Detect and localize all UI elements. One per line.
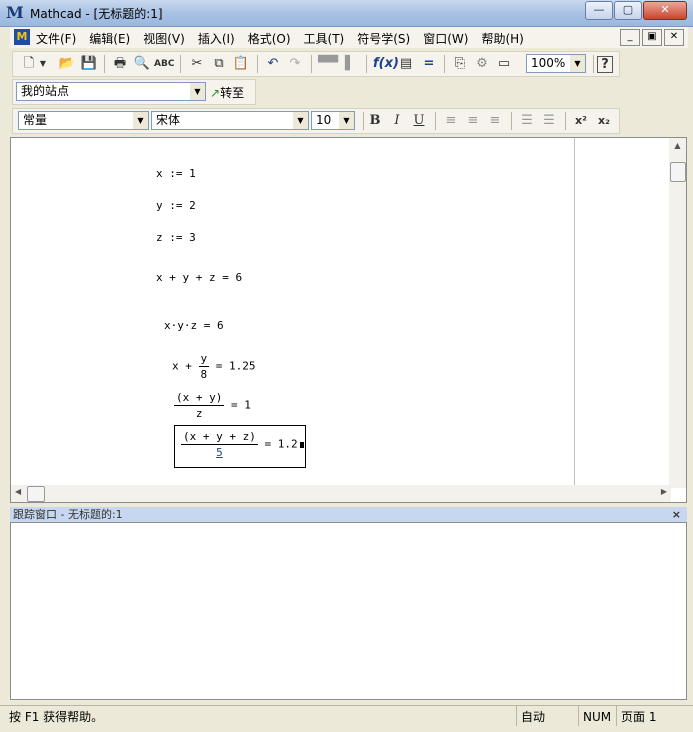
- menu-bar: M 文件(F) 编辑(E) 视图(V) 插入(I) 格式(O) 工具(T) 符号…: [10, 27, 688, 48]
- sum-evaluation[interactable]: x + y + z = 6: [156, 271, 242, 284]
- bold-icon[interactable]: B: [365, 112, 385, 130]
- new-dropdown-chevron-icon[interactable]: ▼: [37, 55, 49, 73]
- formatting-toolbar: 常量 ▼ 宋体 ▼ 10 ▼ B I U ≡ ≡ ≡ ☰ ☰ x² x₂: [12, 108, 620, 134]
- bullet-list-icon[interactable]: ☰: [517, 112, 537, 130]
- vertical-scrollbar[interactable]: ▲: [669, 138, 686, 488]
- goto-arrow-icon: ↗: [210, 86, 221, 100]
- font-chevron-down-icon[interactable]: ▼: [293, 112, 308, 129]
- scroll-left-icon[interactable]: ◀: [15, 487, 21, 496]
- resource-center-icon[interactable]: ⚙: [472, 55, 492, 73]
- size-chevron-down-icon[interactable]: ▼: [339, 112, 354, 129]
- align-across-icon[interactable]: ▀▀: [318, 55, 338, 73]
- align-down-icon[interactable]: ▌: [340, 55, 360, 73]
- help-icon[interactable]: ?: [597, 56, 613, 73]
- spell-check-icon[interactable]: ABC: [154, 55, 174, 73]
- subscript-icon[interactable]: x₂: [594, 112, 614, 130]
- menu-format[interactable]: 格式(O): [248, 30, 291, 47]
- goto-button[interactable]: ↗转至: [210, 84, 244, 101]
- product-evaluation[interactable]: x·y·z = 6: [164, 319, 224, 332]
- horizontal-scrollbar[interactable]: ◀ ▶: [11, 485, 671, 502]
- assign-z[interactable]: z := 3: [156, 231, 196, 244]
- trace-window-body[interactable]: [10, 522, 687, 700]
- standard-toolbar: 🗋 ▼ 📂 💾 🖶 🔍 ABC ✂ ⧉ 📋 ↶ ↷ ▀▀ ▌ f(x) ▤ = …: [12, 51, 620, 77]
- insertion-cursor: [299, 441, 304, 448]
- scroll-right-icon[interactable]: ▶: [661, 487, 667, 496]
- copy-icon[interactable]: ⧉: [209, 55, 229, 73]
- zoom-chevron-down-icon[interactable]: ▼: [570, 55, 585, 72]
- mathcad-app-icon: M: [6, 3, 24, 22]
- insert-unit-icon[interactable]: ▤: [396, 55, 416, 73]
- menu-insert[interactable]: 插入(I): [198, 30, 235, 47]
- style-select[interactable]: 常量 ▼: [18, 111, 149, 130]
- doc-close-button[interactable]: ✕: [664, 29, 684, 46]
- document-icon[interactable]: M: [14, 29, 30, 45]
- calculate-icon[interactable]: =: [419, 55, 439, 73]
- website-chevron-down-icon[interactable]: ▼: [190, 83, 205, 100]
- vertical-scroll-thumb[interactable]: [670, 162, 686, 182]
- menu-help[interactable]: 帮助(H): [481, 30, 523, 47]
- doc-minimize-button[interactable]: _: [620, 29, 640, 46]
- italic-icon[interactable]: I: [387, 112, 407, 130]
- menu-edit[interactable]: 编辑(E): [89, 30, 130, 47]
- title-bar: M Mathcad - [无标题的:1] — ▢ ✕: [0, 0, 693, 27]
- superscript-icon[interactable]: x²: [571, 112, 591, 130]
- menu-view[interactable]: 视图(V): [143, 30, 185, 47]
- assign-y[interactable]: y := 2: [156, 199, 196, 212]
- align-center-icon[interactable]: ≡: [463, 112, 483, 130]
- menu-symbolics[interactable]: 符号学(S): [357, 30, 410, 47]
- font-select[interactable]: 宋体 ▼: [151, 111, 309, 130]
- insert-function-icon[interactable]: f(x): [373, 55, 399, 73]
- worksheet-area[interactable]: x := 1 y := 2 z := 3 x + y + z = 6 x·y·z…: [10, 137, 687, 503]
- website-select[interactable]: 我的站点 ▼: [16, 82, 206, 101]
- paste-icon[interactable]: 📋: [231, 55, 251, 73]
- insert-hyperlink-icon[interactable]: ▭: [494, 55, 514, 73]
- expression-x-plus-y-over-8[interactable]: x + y8 = 1.25: [172, 352, 256, 381]
- web-toolbar: 我的站点 ▼ ↗转至: [12, 79, 256, 105]
- status-calc-mode: 自动: [516, 706, 545, 726]
- horizontal-scroll-thumb[interactable]: [27, 486, 45, 502]
- menu-window[interactable]: 窗口(W): [423, 30, 468, 47]
- status-bar: 按 F1 获得帮助。 自动 NUM 页面 1: [0, 705, 693, 728]
- scroll-up-icon[interactable]: ▲: [669, 141, 686, 150]
- save-icon[interactable]: 💾: [79, 55, 99, 73]
- undo-icon[interactable]: ↶: [263, 55, 283, 73]
- font-size-select[interactable]: 10 ▼: [311, 111, 355, 130]
- expression-xy-over-z[interactable]: (x + y) z = 1: [174, 391, 251, 420]
- minimize-button[interactable]: —: [585, 1, 613, 20]
- redo-icon[interactable]: ↷: [285, 55, 305, 73]
- trace-close-icon[interactable]: ×: [672, 507, 681, 522]
- print-icon[interactable]: 🖶: [110, 55, 130, 73]
- doc-restore-button[interactable]: ▣: [642, 29, 662, 46]
- open-folder-icon[interactable]: 📂: [57, 55, 77, 73]
- assign-x[interactable]: x := 1: [156, 167, 196, 180]
- status-help-text: 按 F1 获得帮助。: [9, 710, 104, 724]
- expression-xyz-over-5[interactable]: (x + y + z) 5 = 1.2: [181, 430, 304, 459]
- trace-window-header: 跟踪窗口 - 无标题的:1 ×: [10, 507, 687, 522]
- cut-icon[interactable]: ✂: [187, 55, 207, 73]
- status-page: 页面 1: [616, 706, 656, 726]
- new-document-icon[interactable]: 🗋: [19, 55, 39, 73]
- numbered-list-icon[interactable]: ☰: [539, 112, 559, 130]
- menu-tools[interactable]: 工具(T): [304, 30, 345, 47]
- status-num-lock: NUM: [578, 706, 611, 726]
- menu-file[interactable]: 文件(F): [36, 30, 76, 47]
- zoom-select[interactable]: 100% ▼: [526, 54, 586, 73]
- window-title: Mathcad - [无标题的:1]: [30, 7, 163, 21]
- underline-icon[interactable]: U: [409, 112, 429, 130]
- align-left-icon[interactable]: ≡: [441, 112, 461, 130]
- maximize-button[interactable]: ▢: [614, 1, 642, 20]
- trace-window-title: 跟踪窗口 - 无标题的:1: [13, 508, 123, 521]
- close-button[interactable]: ✕: [643, 1, 687, 20]
- print-preview-icon[interactable]: 🔍: [132, 55, 152, 73]
- page-margin-line: [574, 138, 575, 488]
- insert-component-icon[interactable]: ⎘: [450, 55, 470, 73]
- align-right-icon[interactable]: ≡: [485, 112, 505, 130]
- style-chevron-down-icon[interactable]: ▼: [133, 112, 148, 129]
